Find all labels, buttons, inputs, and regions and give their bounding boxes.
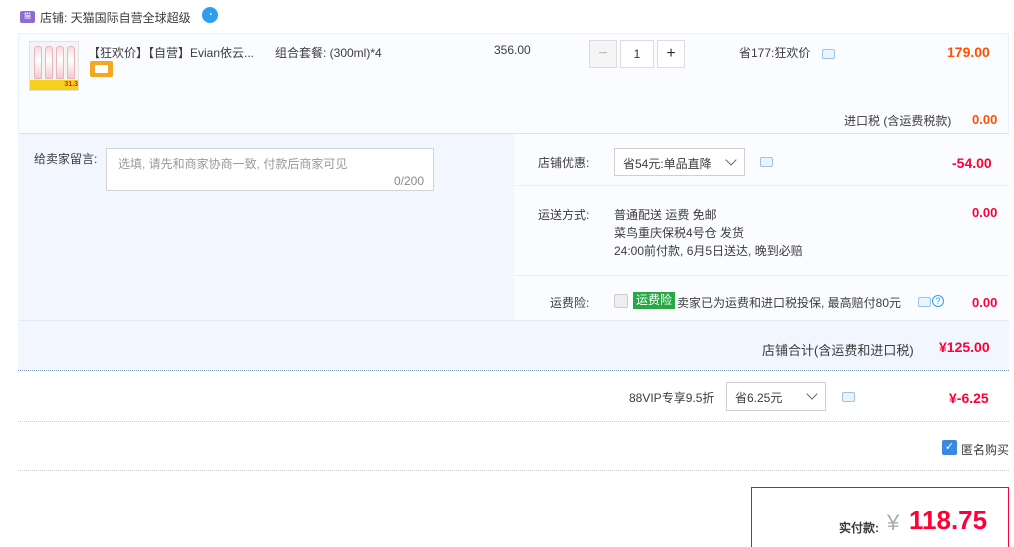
insurance-badge: 运费险 bbox=[633, 292, 676, 309]
help-icon[interactable]: ? bbox=[932, 295, 944, 307]
divider bbox=[514, 185, 1009, 186]
wangwang-chat-icon[interactable]: ◔ bbox=[202, 7, 218, 23]
pay-label: 实付款: bbox=[839, 521, 879, 535]
promo-text: 省177:狂欢价 bbox=[739, 46, 811, 60]
shipping-label: 运送方式: bbox=[538, 208, 590, 222]
shop-total-value: ¥125.00 bbox=[939, 339, 990, 355]
shipping-eta: 24:00前付款, 6月5日送达, 晚到必赔 bbox=[614, 244, 803, 258]
divider bbox=[18, 320, 1009, 321]
qty-input[interactable]: 1 bbox=[620, 40, 654, 68]
qty-increase-button[interactable]: + bbox=[657, 40, 685, 68]
insurance-value: 0.00 bbox=[972, 295, 998, 310]
shipping-value: 0.00 bbox=[972, 205, 998, 220]
memo-textarea[interactable]: 选填, 请先和商家协商一致, 付款后商家可见 0/200 bbox=[106, 148, 434, 191]
wallet-badge-icon bbox=[90, 61, 113, 77]
product-sku: 组合套餐: (300ml)*4 bbox=[275, 46, 382, 60]
memo-char-count: 0/200 bbox=[393, 174, 424, 188]
bottle-image bbox=[56, 46, 64, 79]
memo-label: 给卖家留言: bbox=[34, 152, 98, 166]
vip-discount-select[interactable]: 省6.25元 bbox=[726, 382, 826, 411]
comment-icon[interactable] bbox=[822, 49, 835, 59]
bottle-image bbox=[34, 46, 42, 79]
import-tax-label: 进口税 (含运费税款) bbox=[844, 114, 952, 128]
bottle-image bbox=[45, 46, 53, 79]
vip-label: 88VIP专享9.5折 bbox=[629, 391, 715, 405]
divider bbox=[514, 275, 1009, 276]
comment-icon[interactable] bbox=[760, 157, 773, 167]
bottle-image bbox=[67, 46, 75, 79]
vip-discount-row bbox=[18, 372, 1009, 422]
item-total: 179.00 bbox=[947, 44, 990, 60]
vip-discount-value: ¥-6.25 bbox=[949, 390, 989, 406]
comment-icon[interactable] bbox=[918, 297, 931, 307]
shipping-warehouse: 菜鸟重庆保税4号仓 发货 bbox=[614, 226, 745, 240]
chevron-down-icon bbox=[806, 388, 818, 400]
insurance-checkbox bbox=[614, 294, 628, 308]
pay-currency: ¥ bbox=[887, 510, 900, 535]
shop-discount-select[interactable]: 省54元:单品直降 bbox=[614, 148, 745, 176]
anonymous-checkbox[interactable]: ✓ bbox=[942, 440, 957, 455]
shop-name[interactable]: 店铺: 天猫国际自营全球超级 bbox=[40, 9, 191, 26]
memo-placeholder: 选填, 请先和商家协商一致, 付款后商家可见 bbox=[118, 157, 348, 171]
product-thumbnail[interactable]: 31.3 bbox=[29, 41, 79, 91]
shop-discount-selected: 省54元:单品直降 bbox=[623, 157, 712, 171]
thumb-price: 31.3 bbox=[64, 81, 78, 88]
tmall-icon: 猫 bbox=[20, 11, 35, 23]
import-tax-value: 0.00 bbox=[972, 112, 998, 127]
comment-icon[interactable] bbox=[842, 392, 855, 402]
anonymous-row bbox=[18, 423, 1009, 471]
anonymous-label[interactable]: 匿名购买 bbox=[961, 441, 1009, 458]
unit-price: 356.00 bbox=[494, 43, 531, 57]
shop-discount-value: -54.00 bbox=[952, 155, 992, 171]
qty-decrease-button[interactable]: − bbox=[589, 40, 617, 68]
thumb-price-bar: 31.3 bbox=[30, 80, 78, 90]
shop-total-label: 店铺合计(含运费和进口税) bbox=[762, 343, 914, 358]
product-title[interactable]: 【狂欢价】【自营】Evian依云... bbox=[88, 44, 254, 61]
shipping-method: 普通配送 运费 免邮 bbox=[614, 208, 717, 222]
chevron-down-icon bbox=[725, 154, 737, 166]
insurance-text: 卖家已为运费和进口税投保, 最高赔付80元 bbox=[677, 296, 902, 310]
shop-discount-label: 店铺优惠: bbox=[538, 156, 590, 170]
insurance-label: 运费险: bbox=[550, 296, 590, 310]
vip-discount-selected: 省6.25元 bbox=[735, 391, 783, 405]
quantity-stepper: − 1 + bbox=[589, 40, 686, 68]
pay-amount: 118.75 bbox=[909, 505, 988, 535]
